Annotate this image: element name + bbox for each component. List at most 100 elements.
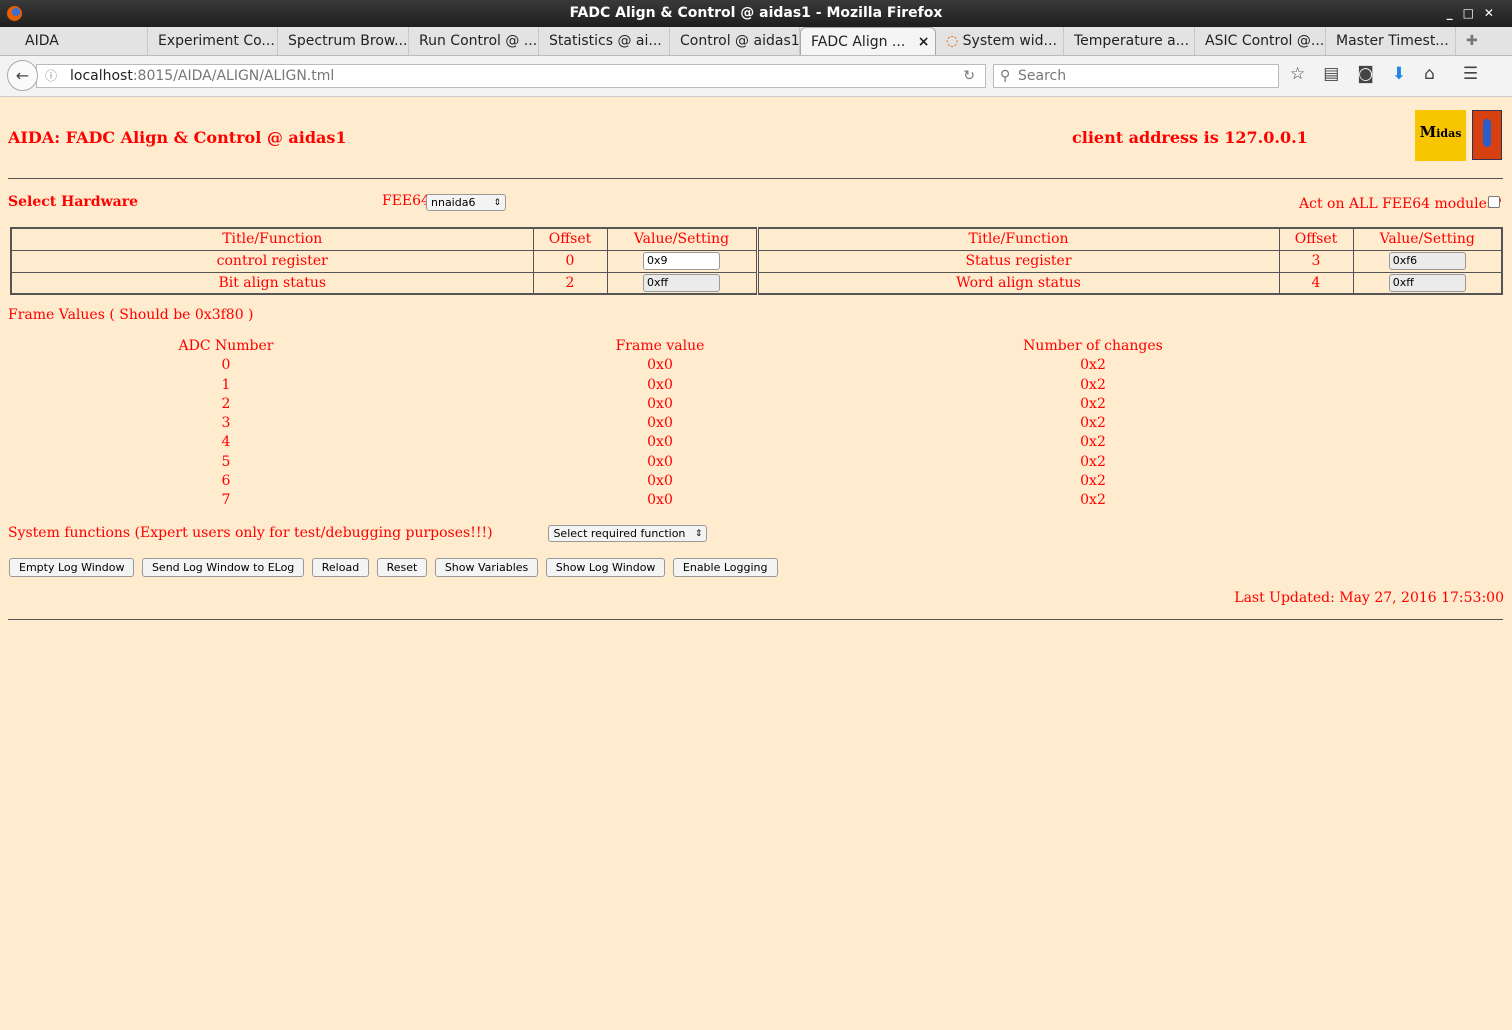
frame-values-title: Frame Values ( Should be 0x3f80 ) xyxy=(8,307,254,323)
url-bar[interactable]: ⓘ localhost:8015/AIDA/ALIGN/ALIGN.tml ↻ xyxy=(36,64,986,88)
reload-button[interactable]: Reload xyxy=(311,558,370,577)
system-functions-label: System functions (Expert users only for … xyxy=(8,525,493,541)
reload-icon[interactable]: ↻ xyxy=(963,65,975,87)
act-all-checkbox[interactable] xyxy=(1488,196,1500,208)
tab-strip: AIDA Experiment Co... Spectrum Brow... R… xyxy=(0,27,1512,56)
change-count: 0x2 xyxy=(1080,357,1106,374)
select-hardware-label: Select Hardware xyxy=(8,194,138,210)
tab[interactable]: AIDA xyxy=(0,27,148,55)
register-offset: 2 xyxy=(532,271,608,295)
register-table: Title/Function Offset Value/Setting Titl… xyxy=(10,227,1503,295)
register-value-readonly: 0xff xyxy=(643,273,720,292)
page-title: AIDA: FADC Align & Control @ aidas1 xyxy=(8,128,347,147)
tab[interactable]: ASIC Control @... xyxy=(1195,27,1326,55)
register-value-readonly: 0xf6 xyxy=(1388,252,1466,270)
midas-logo: Midas xyxy=(1415,110,1466,161)
nav-bar: ⓘ localhost:8015/AIDA/ALIGN/ALIGN.tml ↻ … xyxy=(0,56,1512,97)
register-title: control register xyxy=(10,249,534,273)
register-offset: 3 xyxy=(1278,249,1354,273)
home-icon[interactable]: ⌂ xyxy=(1424,64,1435,84)
button-row: Empty Log Window Send Log Window to ELog… xyxy=(9,558,781,577)
column-header: Value/Setting xyxy=(1352,227,1503,251)
table-row: Bit align status 2 0xff Word align statu… xyxy=(10,271,1503,295)
search-input[interactable]: ⚲ Search xyxy=(993,64,1279,88)
frame-value: 0x0 xyxy=(647,415,673,432)
frame-row: 0 0x0 0x2 xyxy=(0,357,1200,376)
frame-value: 0x0 xyxy=(647,357,673,374)
pocket-icon[interactable]: ◙ xyxy=(1357,64,1374,84)
adc-number: 2 xyxy=(221,395,231,412)
send-log-elog-button[interactable]: Send Log Window to ELog xyxy=(141,558,305,577)
adc-number: 1 xyxy=(221,376,231,393)
search-icon: ⚲ xyxy=(1000,68,1011,84)
change-count: 0x2 xyxy=(1080,473,1106,490)
tab[interactable]: Experiment Co... xyxy=(148,27,278,55)
tab-label: System wid... xyxy=(962,33,1057,49)
tab[interactable]: ◌ System wid... xyxy=(936,27,1064,55)
adc-number: 0 xyxy=(221,357,231,374)
frame-row: 2 0x0 0x2 xyxy=(0,396,1200,415)
column-header: ADC Number xyxy=(178,338,274,354)
table-row: control register 0 0x9 Status register 3… xyxy=(10,249,1503,273)
show-variables-button[interactable]: Show Variables xyxy=(434,558,539,577)
fee64-select[interactable]: nnaida6 xyxy=(426,194,506,211)
frame-header-row: ADC Number Frame value Number of changes xyxy=(0,338,1200,357)
frame-row: 3 0x0 0x2 xyxy=(0,415,1200,434)
change-count: 0x2 xyxy=(1080,376,1106,393)
system-function-select[interactable]: Select required function xyxy=(548,525,708,542)
change-count: 0x2 xyxy=(1080,415,1106,432)
last-updated: Last Updated: May 27, 2016 17:53:00 xyxy=(1234,590,1504,606)
window-titlebar: FADC Align & Control @ aidas1 - Mozilla … xyxy=(0,0,1512,27)
reading-list-icon[interactable]: ▤ xyxy=(1323,64,1339,84)
tab[interactable]: Control @ aidas1 xyxy=(670,27,800,55)
frame-row: 5 0x0 0x2 xyxy=(0,454,1200,473)
frame-row: 7 0x0 0x2 xyxy=(0,492,1200,511)
info-icon: ⓘ xyxy=(45,69,58,83)
bookmark-star-icon[interactable]: ☆ xyxy=(1290,64,1305,84)
tab[interactable]: Statistics @ ai... xyxy=(539,27,670,55)
register-value-readonly: 0xff xyxy=(1388,273,1466,292)
tcl-logo xyxy=(1472,110,1502,160)
url-path: :8015/AIDA/ALIGN/ALIGN.tml xyxy=(132,68,335,84)
menu-icon[interactable]: ☰ xyxy=(1463,64,1478,84)
fee64-label: FEE64 xyxy=(382,193,430,209)
close-tab-icon[interactable]: × xyxy=(918,34,930,50)
adc-number: 6 xyxy=(221,473,231,490)
adc-number: 7 xyxy=(221,492,231,509)
frame-value: 0x0 xyxy=(647,434,673,451)
frame-value: 0x0 xyxy=(647,395,673,412)
register-value-input[interactable]: 0x9 xyxy=(643,252,720,270)
frame-value: 0x0 xyxy=(647,376,673,393)
act-all-label: Act on ALL FEE64 modules? xyxy=(1299,196,1502,212)
tab-label: FADC Align ... xyxy=(811,34,906,50)
column-header: Number of changes xyxy=(1023,338,1163,354)
show-log-window-button[interactable]: Show Log Window xyxy=(545,558,666,577)
tab[interactable]: Temperature a... xyxy=(1064,27,1195,55)
empty-log-button[interactable]: Empty Log Window xyxy=(9,558,135,577)
adc-number: 4 xyxy=(221,434,231,451)
divider xyxy=(8,178,1503,179)
back-button[interactable]: ← xyxy=(7,60,38,91)
new-tab-icon[interactable]: ✚ xyxy=(1456,27,1496,55)
tab[interactable]: Master Timest... xyxy=(1326,27,1456,55)
tab-active[interactable]: FADC Align ... × xyxy=(800,27,936,55)
tab[interactable]: Run Control @ ... xyxy=(409,27,539,55)
window-controls[interactable]: _□✕ xyxy=(1447,0,1504,26)
column-header: Offset xyxy=(1278,227,1354,251)
change-count: 0x2 xyxy=(1080,395,1106,412)
change-count: 0x2 xyxy=(1080,434,1106,451)
frame-row: 4 0x0 0x2 xyxy=(0,434,1200,453)
column-header: Title/Function xyxy=(10,227,534,251)
download-icon[interactable]: ⬇ xyxy=(1392,64,1406,84)
table-header-row: Title/Function Offset Value/Setting Titl… xyxy=(10,227,1503,251)
column-header: Title/Function xyxy=(755,227,1280,251)
page-content: AIDA: FADC Align & Control @ aidas1 clie… xyxy=(0,97,1512,1030)
enable-logging-button[interactable]: Enable Logging xyxy=(672,558,778,577)
column-header: Value/Setting xyxy=(606,227,758,251)
change-count: 0x2 xyxy=(1080,453,1106,470)
adc-number: 5 xyxy=(221,453,231,470)
tab[interactable]: Spectrum Brow... xyxy=(278,27,409,55)
reset-button[interactable]: Reset xyxy=(376,558,428,577)
url-host: localhost xyxy=(70,68,133,84)
divider xyxy=(8,619,1503,620)
